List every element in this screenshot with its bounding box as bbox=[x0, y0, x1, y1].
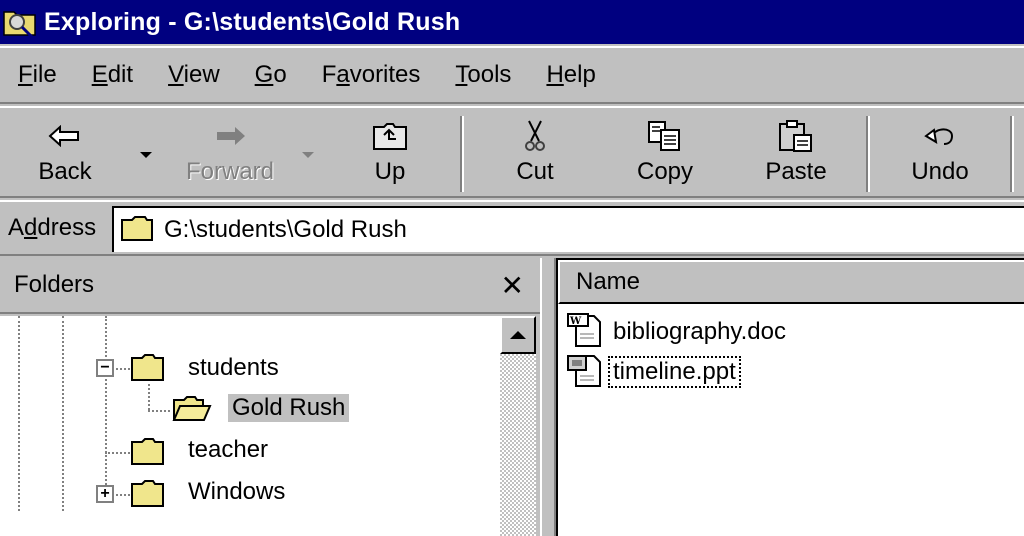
scissors-icon bbox=[523, 116, 547, 156]
tree-item-gold-rush[interactable]: Gold Rush bbox=[228, 394, 350, 422]
menu-favorites[interactable]: Favorites bbox=[322, 61, 421, 89]
tree-item-teacher[interactable]: teacher bbox=[184, 436, 272, 464]
address-value: G:\students\Gold Rush bbox=[164, 216, 407, 243]
expand-toggle[interactable]: + bbox=[96, 485, 114, 503]
tree-item-students[interactable]: students bbox=[184, 354, 283, 382]
folder-icon bbox=[130, 436, 166, 471]
address-label: Address bbox=[8, 214, 97, 241]
back-button[interactable]: Back bbox=[30, 116, 100, 196]
file-item[interactable]: timeline.ppt bbox=[566, 352, 741, 393]
menu-view[interactable]: View bbox=[168, 61, 220, 89]
menu-bar: File Edit View Go Favorites Tools Help bbox=[0, 46, 1024, 104]
up-button[interactable]: Up bbox=[360, 116, 420, 196]
file-name: bibliography.doc bbox=[613, 318, 787, 345]
menu-file[interactable]: File bbox=[18, 61, 57, 89]
exploring-folder-icon bbox=[2, 4, 38, 40]
tree-guide-line bbox=[105, 452, 133, 454]
menu-edit[interactable]: Edit bbox=[92, 61, 133, 89]
folders-scrollbar[interactable] bbox=[500, 316, 536, 536]
undo-arrow-icon bbox=[922, 116, 958, 156]
address-bar: Address G:\students\Gold Rush bbox=[0, 200, 1024, 256]
tree-guide-line bbox=[105, 316, 107, 496]
forward-arrow-icon bbox=[213, 116, 247, 156]
title-bar: Exploring - G:\students\Gold Rush bbox=[0, 0, 1024, 44]
folders-header: Folders ✕ bbox=[0, 258, 540, 314]
menu-tools[interactable]: Tools bbox=[455, 61, 511, 89]
up-arrow-icon bbox=[510, 331, 526, 339]
folder-icon bbox=[120, 214, 154, 247]
up-folder-icon bbox=[372, 116, 408, 156]
paste-button[interactable]: Paste bbox=[760, 116, 832, 196]
tree-guide-line bbox=[18, 316, 20, 511]
toolbar-separator bbox=[1010, 116, 1014, 192]
collapse-toggle[interactable]: − bbox=[96, 359, 114, 377]
word-document-icon: W bbox=[566, 312, 606, 353]
column-header-name[interactable]: Name bbox=[558, 260, 1024, 304]
folders-title: Folders bbox=[14, 271, 95, 298]
scroll-up-button[interactable] bbox=[500, 316, 536, 354]
file-item[interactable]: W bibliography.doc bbox=[566, 312, 789, 352]
tree-guide-line bbox=[148, 384, 150, 410]
toolbar: Back Forward Up Cut Copy Paste Undo bbox=[0, 106, 1024, 198]
powerpoint-presentation-icon bbox=[566, 352, 606, 393]
toolbar-separator bbox=[866, 116, 870, 192]
tree-guide-line bbox=[116, 494, 130, 496]
clipboard-paste-icon bbox=[778, 116, 814, 156]
address-input[interactable]: G:\students\Gold Rush bbox=[112, 206, 1024, 252]
pane-splitter[interactable] bbox=[540, 258, 556, 536]
folder-icon bbox=[130, 352, 166, 387]
copy-pages-icon bbox=[647, 116, 683, 156]
undo-button[interactable]: Undo bbox=[905, 116, 975, 196]
copy-button[interactable]: Copy bbox=[630, 116, 700, 196]
menu-help[interactable]: Help bbox=[546, 61, 595, 89]
folders-pane: Folders ✕ − students Gold Rush teacher + bbox=[0, 258, 540, 536]
forward-dropdown-arrow[interactable] bbox=[302, 152, 314, 158]
folder-icon bbox=[130, 478, 166, 513]
tree-guide-line bbox=[116, 368, 130, 370]
toolbar-separator bbox=[460, 116, 464, 192]
tree-item-windows[interactable]: Windows bbox=[184, 478, 289, 506]
svg-text:W: W bbox=[569, 316, 582, 327]
back-dropdown-arrow[interactable] bbox=[140, 152, 152, 158]
window-title: Exploring - G:\students\Gold Rush bbox=[44, 7, 461, 36]
tree-guide-line bbox=[62, 316, 64, 511]
menu-go[interactable]: Go bbox=[255, 61, 287, 89]
back-arrow-icon bbox=[48, 116, 82, 156]
cut-button[interactable]: Cut bbox=[505, 116, 565, 196]
forward-button[interactable]: Forward bbox=[180, 116, 280, 196]
folder-tree: − students Gold Rush teacher + Windows bbox=[0, 316, 500, 536]
tree-guide-line bbox=[148, 410, 170, 412]
file-list-pane: Name W bibliography.doc timeline.ppt bbox=[556, 258, 1024, 536]
file-name: timeline.ppt bbox=[608, 356, 741, 388]
open-folder-icon bbox=[172, 394, 212, 429]
close-icon[interactable]: ✕ bbox=[501, 269, 524, 302]
